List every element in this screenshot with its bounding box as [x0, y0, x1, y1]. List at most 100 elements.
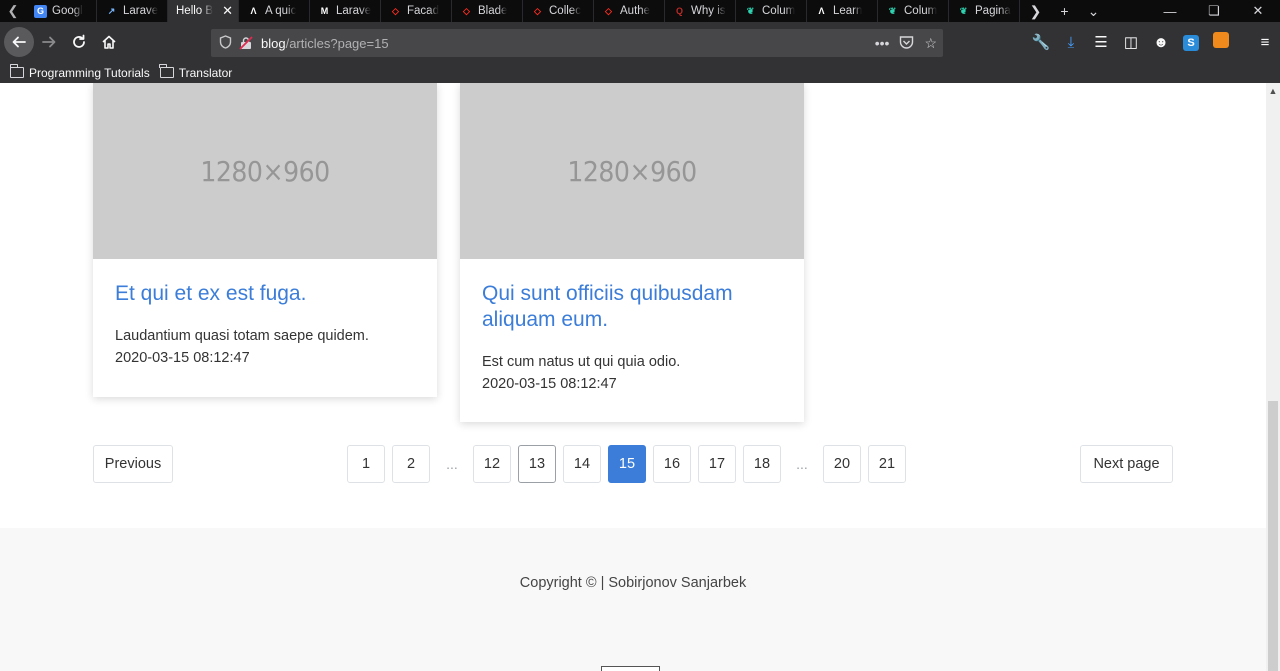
library-icon[interactable]: ☰ [1086, 33, 1116, 51]
scrollbar-thumb[interactable] [1268, 401, 1278, 671]
sidebar-icon[interactable]: ◫ [1116, 33, 1146, 51]
tracking-protection-shield-icon[interactable] [211, 34, 239, 52]
article-thumbnail: 1280×960 [93, 83, 437, 259]
browser-tab-label: Learn [833, 5, 863, 17]
scroll-up-arrow-icon[interactable]: ▲ [1266, 83, 1280, 99]
article-excerpt: Laudantium quasi totam saepe quidem. [115, 328, 369, 344]
folder-icon [9, 64, 24, 78]
browser-tab-label: Authe [620, 5, 651, 17]
page-number-button[interactable]: 14 [563, 445, 601, 483]
lambda-icon: Λ [250, 6, 257, 16]
downloads-icon[interactable]: ⤓ [1056, 34, 1086, 51]
leaf-icon: ❦ [959, 5, 968, 16]
bookmark-star-icon[interactable]: ☆ [924, 35, 937, 52]
google-translate-icon: G [34, 4, 47, 18]
quora-icon: Q [675, 6, 683, 16]
page-number-button[interactable]: 16 [653, 445, 691, 483]
scroll-tabs-left-icon[interactable]: ❮ [0, 0, 26, 22]
browser-tab[interactable]: ❦ Colum [736, 0, 807, 22]
page-viewport: 1280×960 Et qui et ex est fuga. Laudanti… [0, 83, 1266, 671]
article-card[interactable]: 1280×960 Qui sunt officiis quibusdam ali… [460, 83, 804, 422]
browser-tab[interactable]: Λ Learn [807, 0, 878, 22]
extension-puzzle-icon[interactable] [1206, 32, 1236, 52]
browser-tab[interactable]: Q Why is [665, 0, 736, 22]
developer-tools-wrench-icon[interactable]: 🔧 [1026, 33, 1056, 51]
article-body: Et qui et ex est fuga. Laudantium quasi … [93, 259, 437, 369]
article-thumbnail: 1280×960 [460, 83, 804, 259]
leaf-icon: ❦ [746, 5, 755, 16]
reload-button[interactable] [64, 27, 94, 57]
page-scrollbar[interactable]: ▲ [1266, 83, 1280, 671]
medium-icon: M [320, 6, 329, 16]
back-button[interactable] [4, 27, 34, 57]
previous-page-button[interactable]: Previous [93, 445, 173, 483]
scroll-tabs-right-icon[interactable]: ❯ [1021, 3, 1050, 20]
page-number-button[interactable]: 12 [473, 445, 511, 483]
browser-tab[interactable]: ↗ Larave [97, 0, 168, 22]
browser-tab[interactable]: Hello B ✕ [168, 0, 239, 22]
footer: Copyright © | Sobirjonov Sanjarbek [0, 528, 1266, 671]
insecure-connection-icon[interactable] [239, 36, 253, 50]
account-icon[interactable]: ☻ [1146, 34, 1176, 51]
pagination-ellipsis: ... [796, 456, 808, 472]
article-card[interactable]: 1280×960 Et qui et ex est fuga. Laudanti… [93, 83, 437, 397]
page-number-button[interactable]: 20 [823, 445, 861, 483]
url-path: /articles?page=15 [285, 35, 389, 51]
forward-button[interactable] [34, 27, 64, 57]
new-tab-icon[interactable]: + [1050, 3, 1079, 19]
url-host: blog [261, 35, 286, 51]
next-page-button[interactable]: Next page [1080, 445, 1173, 483]
laravel-icon: ◇ [534, 5, 541, 16]
url-bar[interactable]: blog/articles?page=15 ••• ☆ [211, 29, 943, 57]
lambda-icon: Λ [818, 6, 825, 16]
browser-tab-label: Larave [336, 5, 372, 17]
navigation-toolbar: blog/articles?page=15 ••• ☆ 🔧 ⤓ ☰ ◫ ☻ S … [0, 22, 1280, 62]
page-number-button[interactable]: 17 [698, 445, 736, 483]
url-actions: ••• ☆ [875, 35, 943, 52]
browser-tab-label: Colum [762, 5, 796, 17]
close-window-icon[interactable]: ✕ [1236, 3, 1280, 19]
page-number-button[interactable]: 1 [347, 445, 385, 483]
article-title[interactable]: Et qui et ex est fuga. [115, 281, 415, 307]
leaf-icon: ❦ [888, 5, 897, 16]
folder-icon [159, 64, 174, 78]
restore-icon[interactable]: ❏ [1192, 3, 1236, 19]
browser-tab-bar: ❮ G Googl ↗ Larave Hello B ✕ Λ A quic M Larave ◇ Fa… [0, 0, 1280, 22]
article-date: 2020-03-15 08:12:47 [482, 376, 617, 392]
bookmark-folder-programming-tutorials[interactable]: Programming Tutorials [9, 64, 150, 80]
page-actions-icon[interactable]: ••• [875, 35, 890, 51]
page-number-button[interactable]: 21 [868, 445, 906, 483]
home-button[interactable] [94, 27, 124, 57]
browser-tab[interactable]: ◇ Facad [381, 0, 452, 22]
menu-hamburger-icon[interactable]: ≡ [1250, 34, 1280, 51]
browser-tab[interactable]: ◇ Authe [594, 0, 665, 22]
pocket-icon[interactable] [899, 35, 914, 52]
current-page-button[interactable]: 15 [608, 445, 646, 483]
browser-tab-label: Googl [52, 5, 83, 17]
browser-tab[interactable]: ❦ Pagina [949, 0, 1020, 22]
extension-s-icon[interactable]: S [1176, 33, 1206, 51]
page-number-button[interactable]: 13 [518, 445, 556, 483]
list-all-tabs-icon[interactable]: ⌄ [1079, 3, 1108, 20]
article-title[interactable]: Qui sunt officiis quibusdam aliquam eum. [482, 281, 782, 333]
minimize-icon[interactable]: — [1148, 4, 1192, 19]
close-tab-icon[interactable]: ✕ [222, 3, 233, 19]
browser-tab-label: Larave [123, 5, 159, 17]
page-number-button[interactable]: 2 [392, 445, 430, 483]
bookmark-folder-translator[interactable]: Translator [159, 64, 232, 80]
browser-tab[interactable]: G Googl [26, 0, 97, 22]
footer-element-stub [601, 666, 660, 671]
arrow-right-icon [42, 36, 56, 48]
browser-tab-label: Hello B [176, 5, 214, 17]
article-date: 2020-03-15 08:12:47 [115, 350, 250, 366]
tab-controls: ❯ + ⌄ [1021, 0, 1108, 22]
window-controls: — ❏ ✕ [1148, 0, 1280, 22]
page-number-button[interactable]: 18 [743, 445, 781, 483]
browser-tab-label: Facad [407, 5, 439, 17]
browser-tab[interactable]: ❦ Colum [878, 0, 949, 22]
arrow-left-icon [12, 36, 26, 48]
browser-tab[interactable]: M Larave [310, 0, 381, 22]
browser-tab[interactable]: Λ A quic [239, 0, 310, 22]
browser-tab[interactable]: ◇ Collec [523, 0, 594, 22]
browser-tab[interactable]: ◇ Blade [452, 0, 523, 22]
